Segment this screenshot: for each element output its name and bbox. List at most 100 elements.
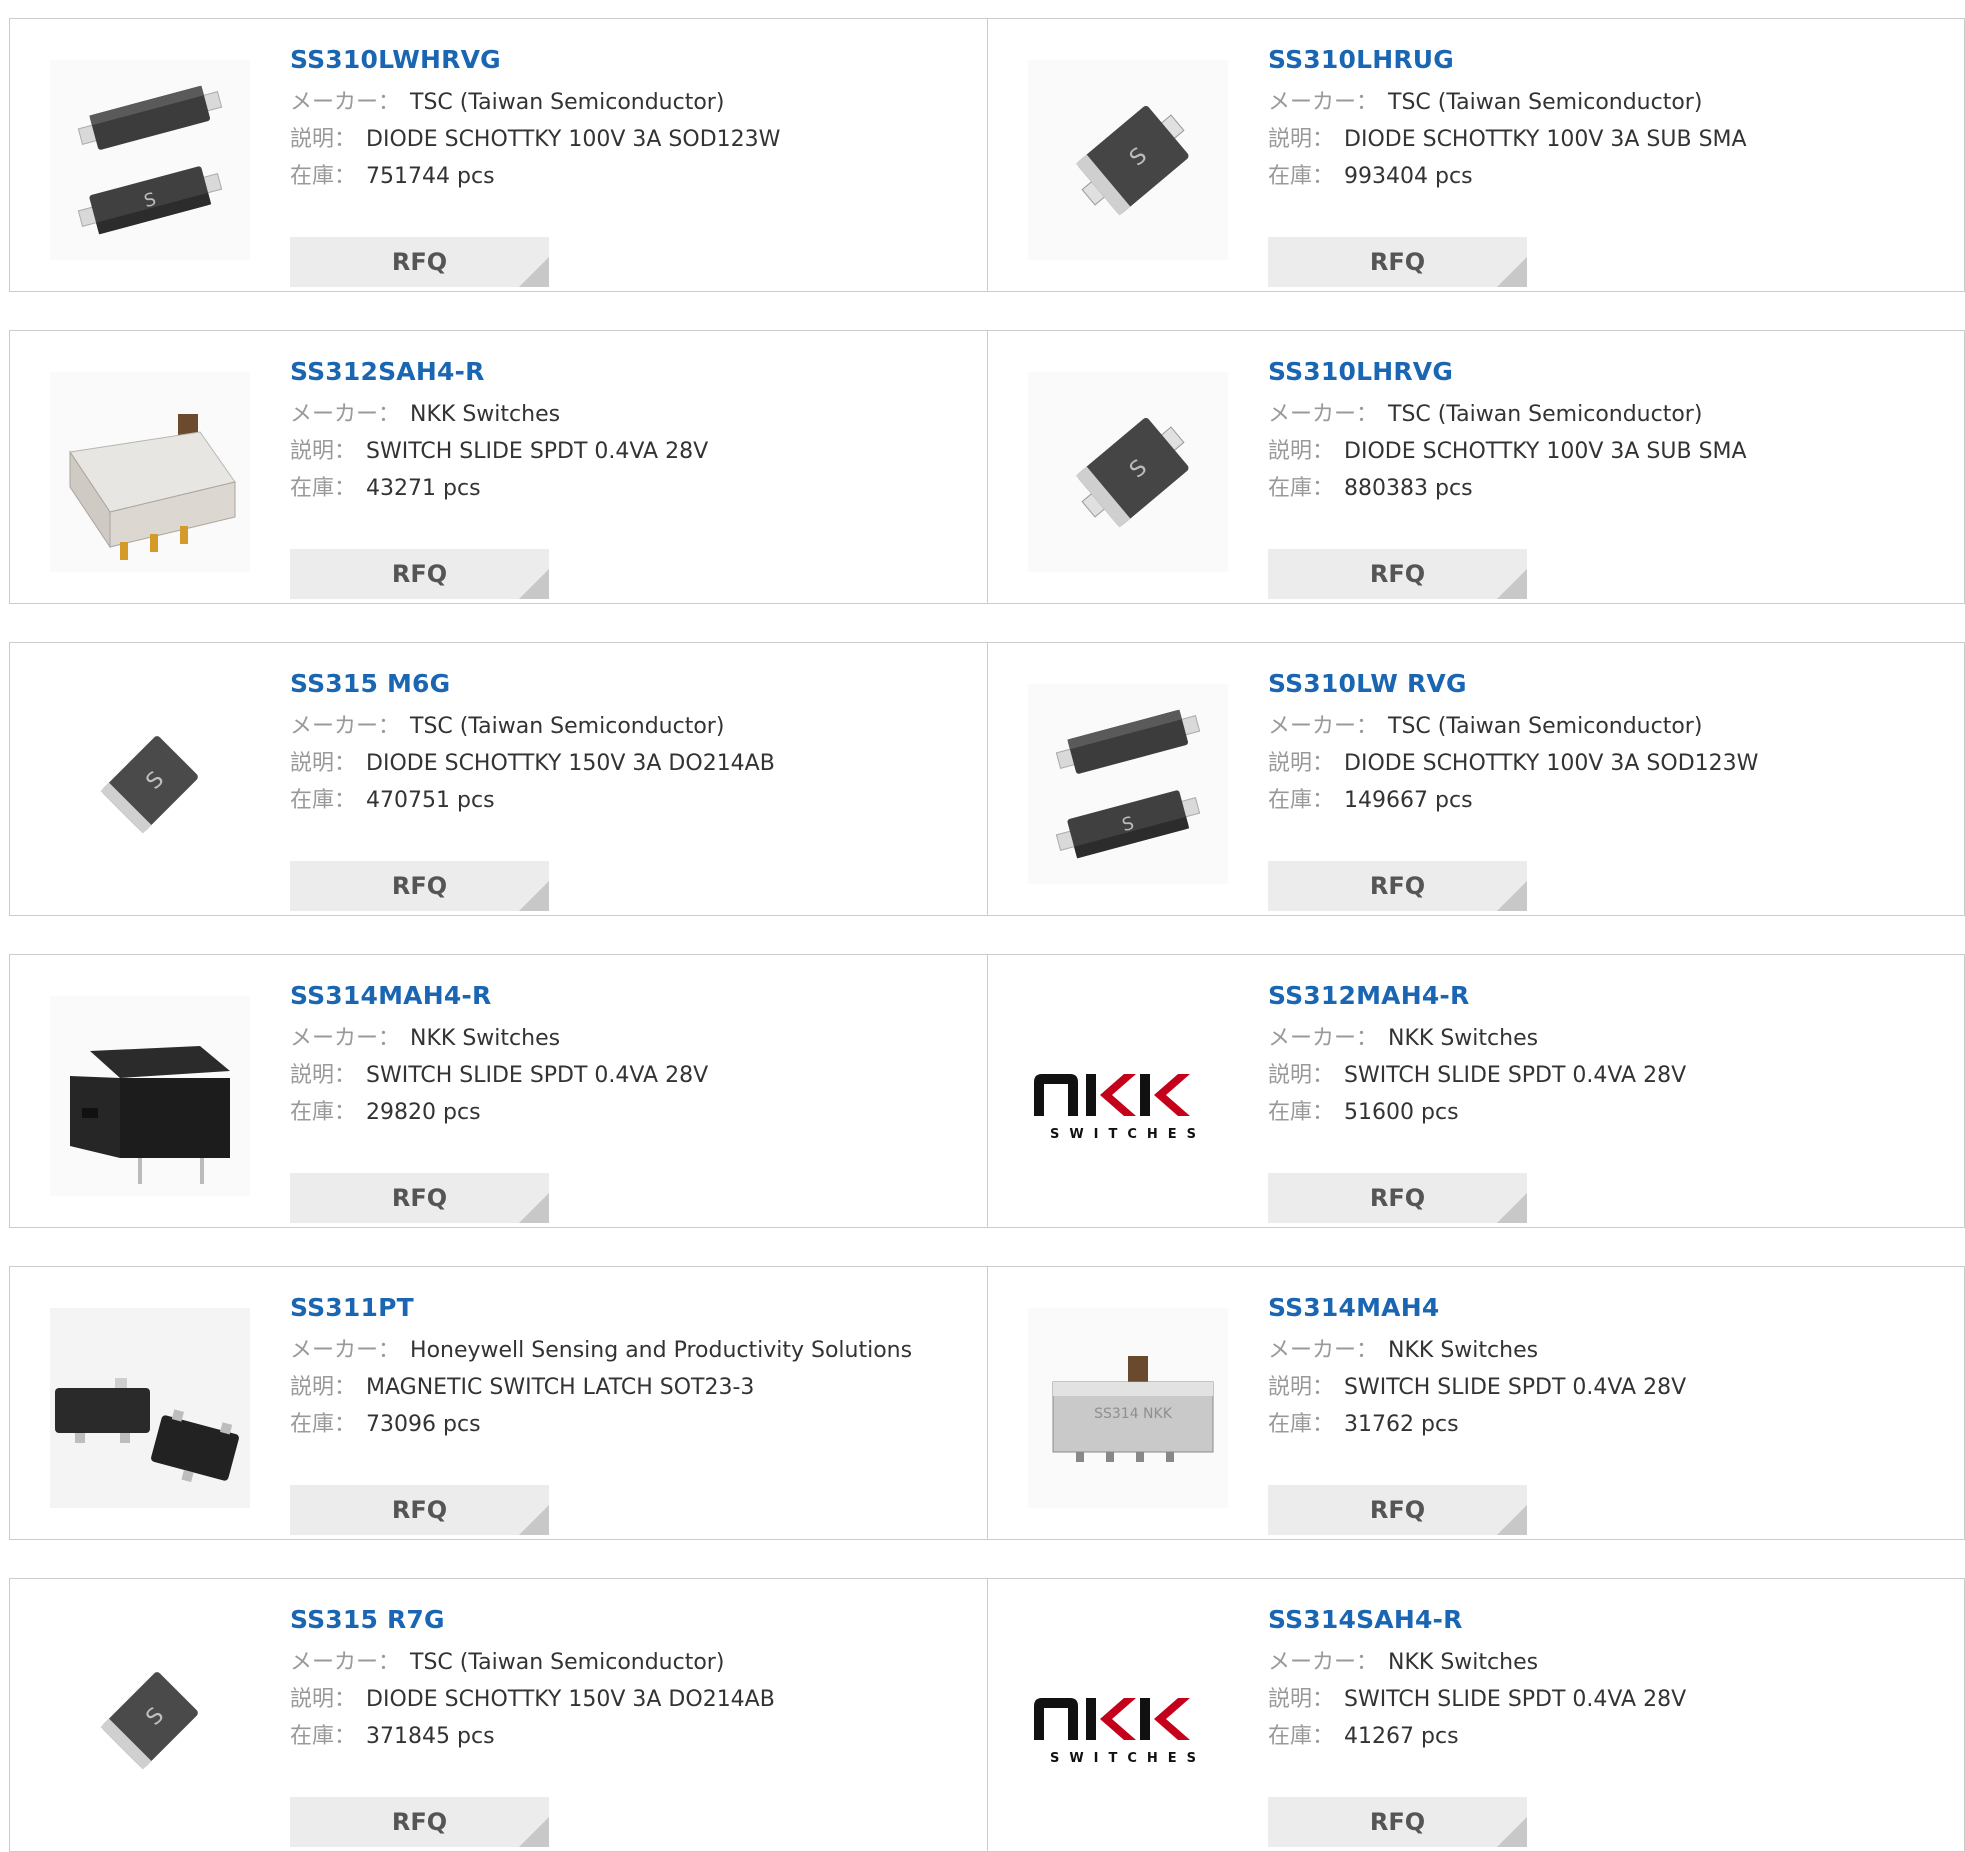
rfq-button[interactable]: RFQ <box>290 1485 549 1535</box>
nkk-logo[interactable]: SWITCHES <box>1028 996 1228 1196</box>
stock-line: 在庫： 993404 pcs <box>1268 158 1948 195</box>
stock-value: 470751 <box>366 788 451 813</box>
tsc-sub-sma-icon[interactable]: S <box>1028 60 1228 260</box>
corner-triangle-icon <box>1497 569 1527 599</box>
label-separator: ： <box>334 127 357 152</box>
rfq-button[interactable]: RFQ <box>290 1173 549 1223</box>
manufacturer-value: NKK Switches <box>1388 1650 1539 1675</box>
label-separator: ： <box>378 402 401 427</box>
label-separator: ： <box>1312 1375 1335 1400</box>
manufacturer-label: メーカー <box>1268 1026 1357 1051</box>
part-number-link[interactable]: SS315 M6G <box>290 671 970 708</box>
stock-line: 在庫： 43271 pcs <box>290 470 970 507</box>
description-label: 説明 <box>290 1063 335 1088</box>
description-label: 説明 <box>290 1687 335 1712</box>
stock-line: 在庫： 371845 pcs <box>290 1718 970 1755</box>
tsc-do214ab-icon[interactable]: S <box>50 684 250 884</box>
part-number-link[interactable]: SS310LWHRVG <box>290 47 970 84</box>
rfq-button[interactable]: RFQ <box>1268 861 1527 911</box>
rfq-button[interactable]: RFQ <box>1268 1485 1527 1535</box>
part-number-link[interactable]: SS310LHRVG <box>1268 359 1948 396</box>
manufacturer-line: メーカー： TSC (Taiwan Semiconductor) <box>290 1644 970 1681</box>
slide-switch-metal-icon[interactable]: SS314 NKK <box>1028 1308 1228 1508</box>
description-line: 説明： DIODE SCHOTTKY 100V 3A SOD123W <box>290 121 970 158</box>
manufacturer-value: TSC (Taiwan Semiconductor) <box>1388 90 1703 115</box>
manufacturer-value: NKK Switches <box>410 1026 561 1051</box>
tsc-do214ab-icon[interactable]: S <box>50 1620 250 1820</box>
label-separator: ： <box>1312 164 1335 189</box>
product-card: S SS310LHRVG メーカー： TSC (Taiwan Semiconduc… <box>987 331 1965 603</box>
description-line: 説明： DIODE SCHOTTKY 100V 3A SUB SMA <box>1268 433 1948 470</box>
sot23-3-icon[interactable] <box>50 1308 250 1508</box>
svg-text:SWITCHES: SWITCHES <box>1050 1751 1206 1766</box>
rfq-button[interactable]: RFQ <box>1268 1797 1527 1847</box>
product-info: SS310LW RVG メーカー： TSC (Taiwan Semiconduct… <box>1268 671 1948 911</box>
product-card: S SS315 R7G メーカー： TSC (Taiwan Semiconduct… <box>10 1579 987 1851</box>
stock-unit: pcs <box>457 788 495 813</box>
part-number-link[interactable]: SS314MAH4-R <box>290 983 970 1020</box>
stock-value: 993404 <box>1344 164 1429 189</box>
product-info: SS310LHRUG メーカー ： TSC (Taiwan Semiconducto… <box>1268 47 1948 287</box>
product-info: SS311PT メーカー： Honeywell Sensing and Produ… <box>290 1295 970 1535</box>
stock-label: 在庫 <box>290 476 335 501</box>
corner-triangle-icon <box>1497 881 1527 911</box>
stock-label: 在庫 <box>1268 476 1313 501</box>
part-number-link[interactable]: SS310LHRUG <box>1268 47 1948 84</box>
label-separator: ： <box>334 1375 357 1400</box>
corner-triangle-icon <box>519 1193 549 1223</box>
manufacturer-label: メーカー <box>1268 90 1357 115</box>
stock-value: 371845 <box>366 1724 451 1749</box>
rfq-button[interactable]: RFQ <box>290 237 549 287</box>
product-info: SS310LWHRVG メーカー： TSC (Taiwan Semiconduct… <box>290 47 970 287</box>
tsc-sod123w-icon[interactable]: S <box>50 60 250 260</box>
part-number-link[interactable]: SS314SAH4-R <box>1268 1607 1948 1644</box>
manufacturer-line: メーカー： Honeywell Sensing and Productivity … <box>290 1332 970 1369</box>
tsc-sub-sma-icon[interactable]: S <box>1028 372 1228 572</box>
corner-triangle-icon <box>519 257 549 287</box>
nkk-logo[interactable]: SWITCHES <box>1028 1620 1228 1820</box>
rfq-button[interactable]: RFQ <box>1268 237 1527 287</box>
product-card: SS312SAH4-R メーカー： NKK Switches 説明： SWITCH … <box>10 331 987 603</box>
rfq-label: RFQ <box>391 560 448 588</box>
manufacturer-value: NKK Switches <box>410 402 561 427</box>
tsc-sod123w-icon[interactable]: S <box>1028 684 1228 884</box>
description-value: SWITCH SLIDE SPDT 0.4VA 28V <box>1344 1063 1687 1088</box>
stock-line: 在庫： 149667 pcs <box>1268 782 1948 819</box>
stock-value: 31762 <box>1344 1412 1415 1437</box>
part-number-link[interactable]: SS312SAH4-R <box>290 359 970 396</box>
rfq-button[interactable]: RFQ <box>290 1797 549 1847</box>
part-number-link[interactable]: SS311PT <box>290 1295 970 1332</box>
manufacturer-value: TSC (Taiwan Semiconductor) <box>1388 402 1703 427</box>
stock-label: 在庫 <box>1268 788 1313 813</box>
rfq-button[interactable]: RFQ <box>290 549 549 599</box>
rfq-label: RFQ <box>391 872 448 900</box>
product-card: SWITCHES SS314SAH4-R メーカー： NKK Switches 説… <box>987 1579 1965 1851</box>
part-number-link[interactable]: SS314MAH4 <box>1268 1295 1948 1332</box>
description-label: 説明 <box>290 439 335 464</box>
stock-line: 在庫： 31762 pcs <box>1268 1406 1948 1443</box>
part-number-link[interactable]: SS315 R7G <box>290 1607 970 1644</box>
product-info: SS314MAH4 メーカー： NKK Switches 説明： SWITCH SL… <box>1268 1295 1948 1535</box>
description-value: MAGNETIC SWITCH LATCH SOT23-3 <box>366 1375 755 1400</box>
description-label: 説明 <box>290 751 335 776</box>
part-number-link[interactable]: SS310LW RVG <box>1268 671 1948 708</box>
description-label: 説明 <box>1268 1063 1313 1088</box>
part-number-link[interactable]: SS312MAH4-R <box>1268 983 1948 1020</box>
stock-unit: pcs <box>443 1412 481 1437</box>
description-line: 説明： SWITCH SLIDE SPDT 0.4VA 28V <box>290 433 970 470</box>
rfq-button[interactable]: RFQ <box>290 861 549 911</box>
slide-switch-white-icon[interactable] <box>50 372 250 572</box>
slide-switch-black-icon[interactable] <box>50 996 250 1196</box>
rfq-button[interactable]: RFQ <box>1268 1173 1527 1223</box>
stock-label: 在庫 <box>290 1412 335 1437</box>
description-value: DIODE SCHOTTKY 150V 3A DO214AB <box>366 751 775 776</box>
stock-unit: pcs <box>457 1724 495 1749</box>
stock-value: 751744 <box>366 164 451 189</box>
product-row: S SS310LWHRVG メーカー： TSC (Taiwan Semicondu… <box>9 18 1965 292</box>
product-row: SS314MAH4-R メーカー： NKK Switches 説明： SWITCH … <box>9 954 1965 1228</box>
product-info: SS310LHRVG メーカー： TSC (Taiwan Semiconducto… <box>1268 359 1948 599</box>
stock-label: 在庫 <box>290 1100 335 1125</box>
label-separator: ： <box>1312 1063 1335 1088</box>
rfq-button[interactable]: RFQ <box>1268 549 1527 599</box>
manufacturer-value: TSC (Taiwan Semiconductor) <box>1388 714 1703 739</box>
